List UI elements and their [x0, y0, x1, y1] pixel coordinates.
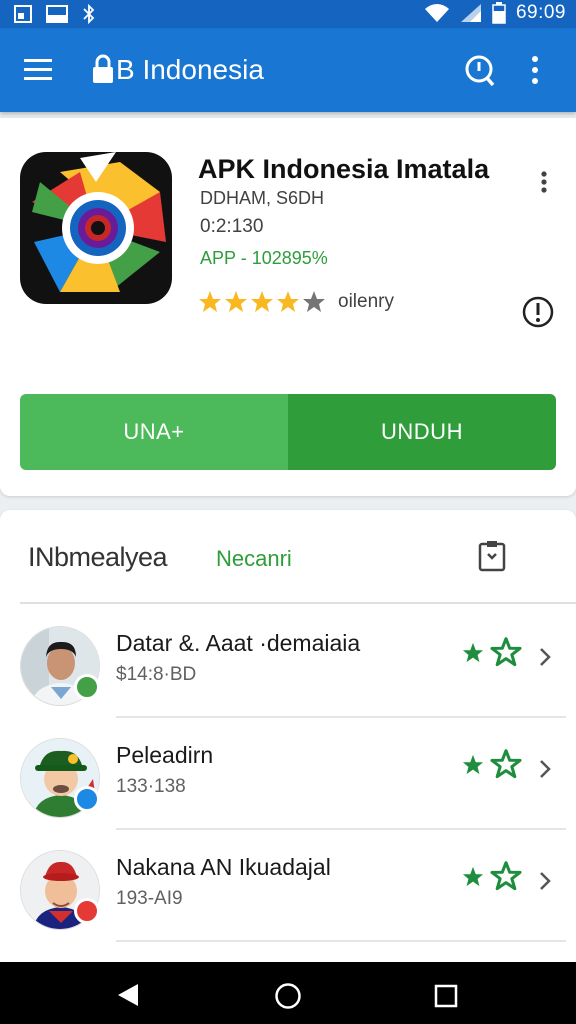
status-badge	[74, 786, 100, 812]
list-item-title: Datar &. Aaat ·demaiaia	[116, 630, 361, 656]
list-section: INbmealyea Necanri Datar &. Aaat ·demaia…	[0, 510, 576, 970]
rating: oilenry	[198, 290, 394, 314]
signal-icon	[460, 4, 481, 22]
list-item[interactable]: Nakana AN Ikuadajal 193-AI9	[0, 830, 576, 942]
star-outline-icon[interactable]	[490, 860, 522, 892]
list-item-subtitle: $14:8·BD	[116, 664, 197, 685]
search-icon[interactable]	[464, 54, 496, 88]
app-bar: B Indonesia	[0, 28, 576, 112]
bluetooth-icon	[83, 4, 95, 24]
screen-icon	[46, 5, 68, 23]
star-filled-icon	[277, 291, 299, 312]
star-filled-icon	[251, 291, 273, 312]
chevron-right-icon[interactable]	[538, 870, 552, 892]
info-icon[interactable]	[522, 296, 554, 328]
app-bar-title: B Indonesia	[116, 54, 264, 85]
download-button[interactable]: UNDUH	[288, 394, 556, 470]
list-item[interactable]: Datar &. Aaat ·demaiaia $14:8·BD	[0, 606, 576, 718]
star-filled-icon	[199, 291, 221, 312]
image-icon	[14, 5, 32, 23]
list-item-title: Peleadirn	[116, 742, 214, 768]
navigation-bar	[0, 962, 576, 1024]
secondary-button[interactable]: UNA+	[20, 394, 288, 470]
battery-icon	[492, 2, 506, 24]
app-developer[interactable]: DDHAM, S6DH	[200, 188, 324, 209]
rating-label: oilenry	[338, 291, 394, 312]
menu-icon[interactable]	[22, 56, 54, 84]
status-bar: 69:09	[0, 0, 576, 28]
app-version: 0:2:130	[200, 216, 264, 237]
lock-icon	[93, 54, 113, 83]
app-detail-card: APK Indonesia Imatala DDHAM, S6DH 0:2:13…	[0, 118, 576, 496]
more-vert-icon[interactable]	[540, 170, 548, 194]
status-badge	[74, 898, 100, 924]
list-item-subtitle: 193-AI9	[116, 888, 183, 909]
app-logo-graphic	[32, 152, 166, 292]
more-vert-icon[interactable]	[530, 54, 540, 86]
row-divider	[116, 940, 566, 942]
list-item-title: Nakana AN Ikuadajal	[116, 854, 331, 880]
home-icon[interactable]	[274, 982, 302, 1010]
wifi-icon	[424, 4, 449, 22]
section-title: INbmealyea	[28, 542, 168, 572]
recents-icon[interactable]	[434, 984, 458, 1008]
star-empty-icon	[303, 291, 325, 312]
chevron-right-icon[interactable]	[538, 758, 552, 780]
star-outline-icon[interactable]	[490, 748, 522, 780]
clipboard-icon[interactable]	[478, 540, 506, 572]
verified-badge	[74, 674, 100, 700]
chevron-right-icon[interactable]	[538, 646, 552, 668]
star-outline-icon[interactable]	[490, 636, 522, 668]
app-logo[interactable]	[20, 152, 172, 304]
section-divider	[20, 602, 576, 604]
star-icon	[462, 754, 484, 775]
list-item[interactable]: Peleadirn 133·138	[0, 718, 576, 830]
status-time: 69:09	[515, 2, 566, 23]
app-tag: APP - 102895%	[200, 248, 328, 268]
list-item-subtitle: 133·138	[116, 776, 186, 797]
section-tab[interactable]: Necanri	[216, 546, 292, 572]
star-icon	[462, 866, 484, 887]
star-filled-icon	[225, 291, 247, 312]
star-icon	[462, 642, 484, 663]
app-name: APK Indonesia Imatala	[198, 154, 490, 184]
back-icon[interactable]	[116, 982, 140, 1008]
